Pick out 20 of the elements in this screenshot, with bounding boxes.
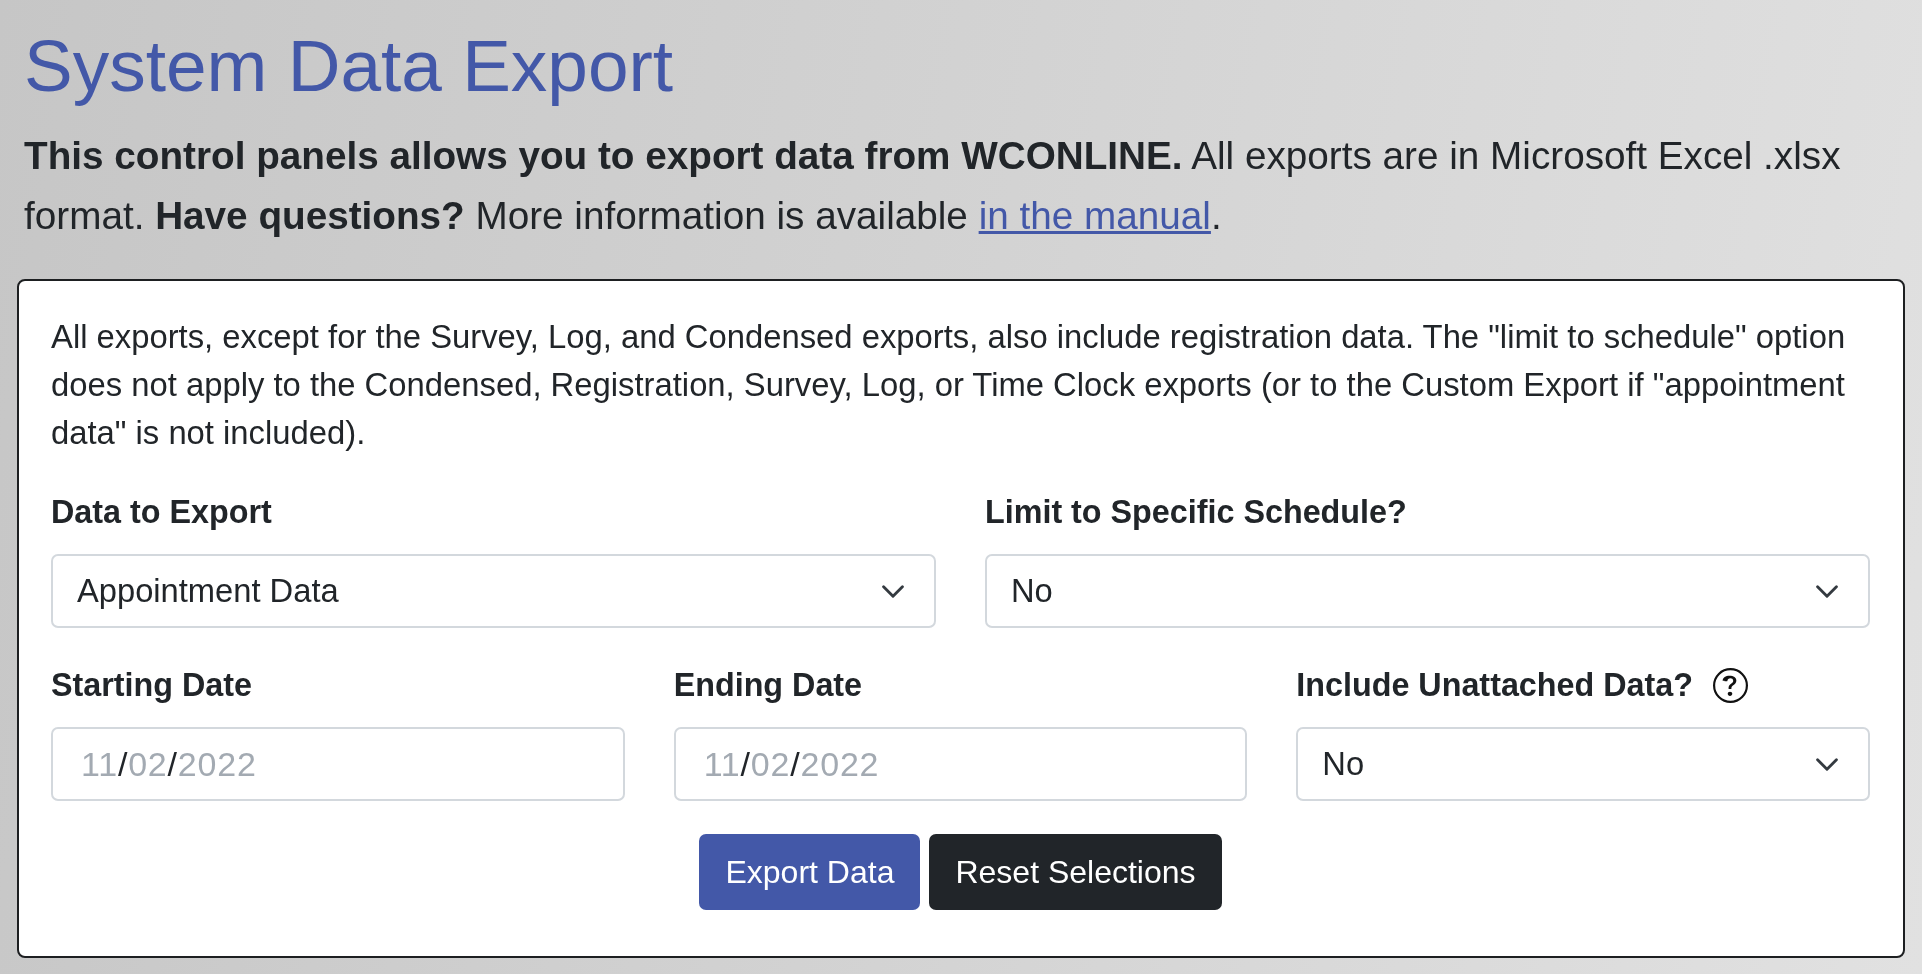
date-field[interactable]: 11/02/2022 [51, 727, 625, 801]
panel-note: All exports, except for the Survey, Log, and Condensed exports, also include registration data. The "limit to schedule" option does not apply to the Condensed, Registration, Survey, Log, or Time Clock exports (or to the Custom Export if "appointment data" is not included). [51, 317, 1847, 453]
dropdown[interactable]: No [1296, 727, 1870, 801]
chevron-down-icon [1816, 584, 1838, 598]
chevron-down-icon [1816, 757, 1838, 771]
field-label: Data to Export [51, 493, 272, 532]
manual-link[interactable]: in the manual [978, 194, 1211, 237]
date-field[interactable]: 11/02/2022 [673, 727, 1248, 801]
field-label: Starting Date [51, 666, 252, 705]
page-title: System Data Export [24, 24, 675, 108]
intro-paragraph: This control panels allows you to export data from WCONLINE. All exports are in Microsoft Excel .xlsx format. Have questions? More information is available in the manual. [24, 133, 1842, 239]
action-button[interactable]: Export Data [699, 834, 921, 910]
help-icon[interactable] [1712, 667, 1748, 703]
field-label: Include Unattached Data? [1296, 666, 1693, 705]
dropdown[interactable]: Appointment Data [51, 554, 936, 628]
action-button[interactable]: Reset Selections [929, 834, 1222, 910]
field-label: Limit to Specific Schedule? [985, 493, 1407, 532]
chevron-down-icon [882, 584, 904, 598]
field-label: Ending Date [673, 666, 863, 705]
dropdown[interactable]: No [985, 554, 1870, 628]
